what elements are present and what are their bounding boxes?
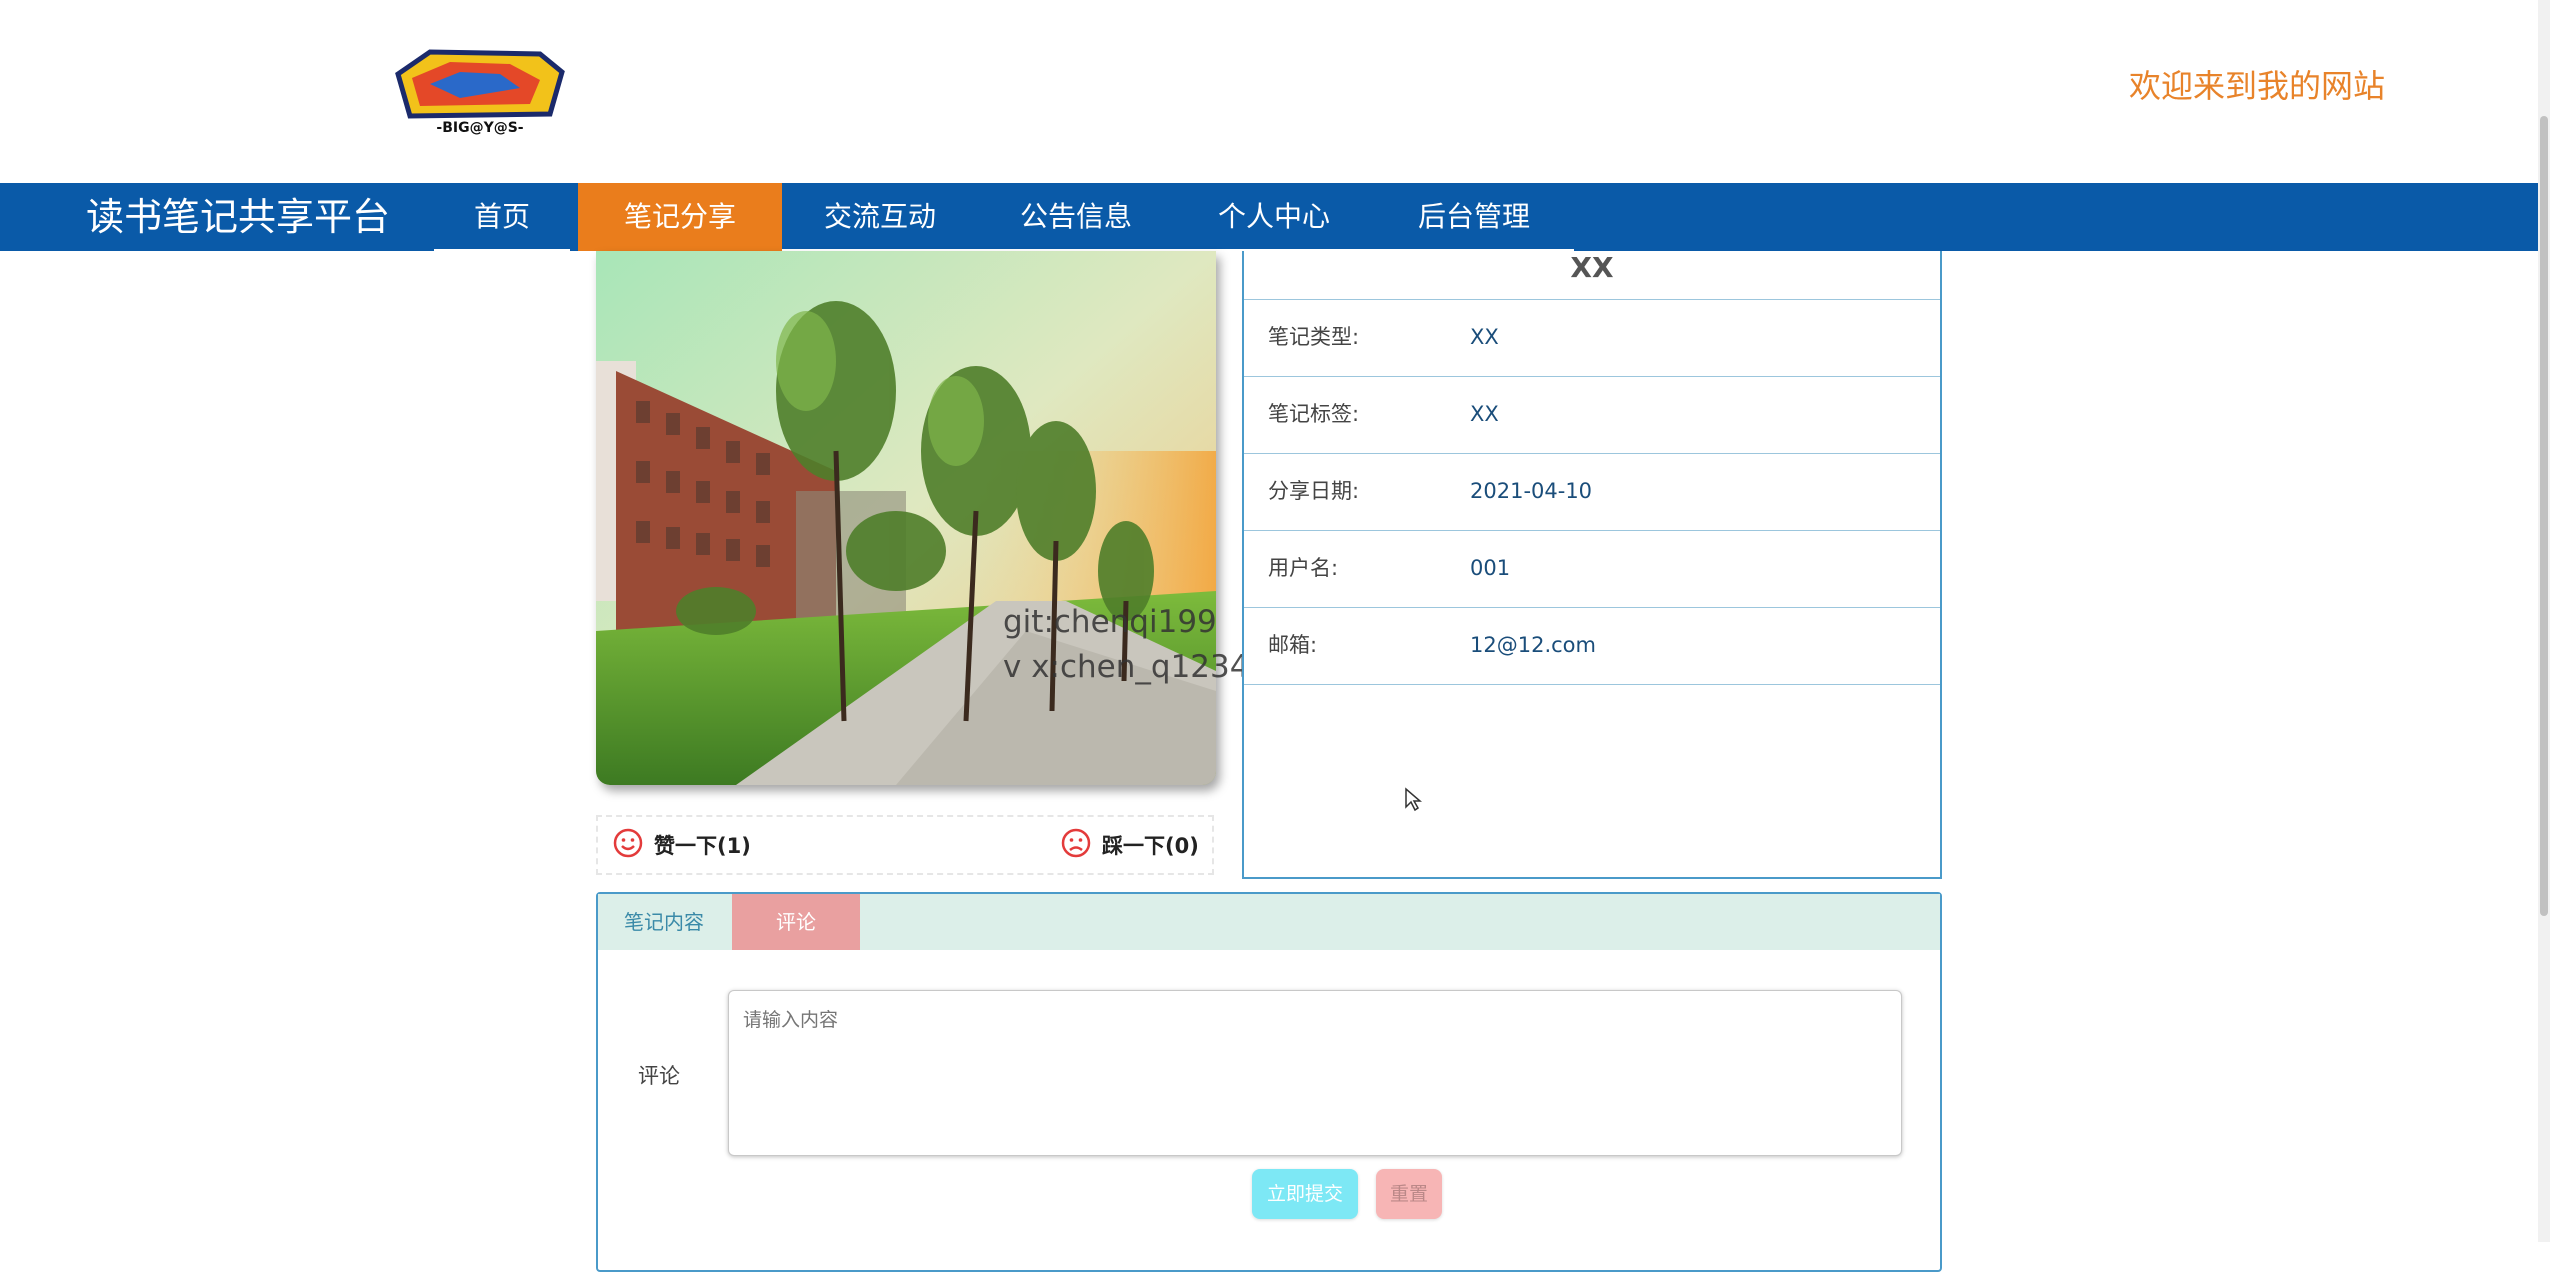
info-row-type: 笔记类型: XX [1244,299,1940,377]
nav-item-home[interactable]: 首页 [434,183,570,251]
frown-icon [1060,827,1092,864]
info-value: 001 [1470,556,1511,580]
smile-icon [612,827,644,864]
tab-bar: 笔记内容 评论 [598,894,1940,950]
info-value: 12@12.com [1470,633,1596,657]
info-row-date: 分享日期: 2021-04-10 [1244,453,1940,531]
nav-item-announcements[interactable]: 公告信息 [978,183,1174,251]
note-title: XX [1244,251,1940,300]
info-label: 分享日期: [1268,479,1360,503]
info-value: 2021-04-10 [1470,479,1593,503]
nav-item-interaction[interactable]: 交流互动 [782,183,978,251]
dislike-label: 踩一下(0) [1102,834,1199,858]
nav-item-note-share[interactable]: 笔记分享 [578,183,782,251]
info-label: 笔记标签: [1268,402,1360,426]
scrollbar-thumb[interactable] [2540,116,2548,916]
info-value: XX [1470,402,1499,426]
info-row-email: 邮箱: 12@12.com [1244,607,1940,685]
info-row-username: 用户名: 001 [1244,530,1940,608]
tab-note-content[interactable]: 笔记内容 [598,894,730,950]
info-label: 邮箱: [1268,633,1318,657]
info-label: 用户名: [1268,556,1339,580]
info-label: 笔记类型: [1268,325,1360,349]
welcome-text: 欢迎来到我的网站 [2128,67,2385,105]
comment-input[interactable] [728,990,1902,1156]
nav-item-admin[interactable]: 后台管理 [1374,183,1574,251]
like-label: 赞一下(1) [654,834,751,858]
mouse-cursor-icon [1404,787,1423,817]
comment-label: 评论 [638,1064,680,1088]
note-tabs-panel: 笔记内容 评论 评论 立即提交 重置 [596,892,1942,1272]
info-value: XX [1470,325,1499,349]
site-logo: -BIG@Y@S- [390,44,570,136]
site-title[interactable]: 读书笔记共享平台 [86,183,390,251]
tab-comments[interactable]: 评论 [732,894,860,950]
note-picture [596,251,1216,785]
submit-button[interactable]: 立即提交 [1252,1169,1358,1219]
like-button[interactable]: 赞一下(1) [612,817,751,873]
dislike-button[interactable]: 踩一下(0) [1060,817,1199,873]
like-bar: 赞一下(1) 踩一下(0) [596,815,1214,875]
logo-text: -BIG@Y@S- [436,120,523,136]
nav-bar: 读书笔记共享平台 首页 笔记分享 交流互动 公告信息 个人中心 后台管理 [0,183,2538,251]
info-row-tag: 笔记标签: XX [1244,376,1940,454]
note-info-panel: XX 笔记类型: XX 笔记标签: XX 分享日期: 2021-04-10 用户… [1242,251,1942,879]
reset-button[interactable]: 重置 [1376,1169,1442,1219]
nav-item-personal-center[interactable]: 个人中心 [1174,183,1374,251]
